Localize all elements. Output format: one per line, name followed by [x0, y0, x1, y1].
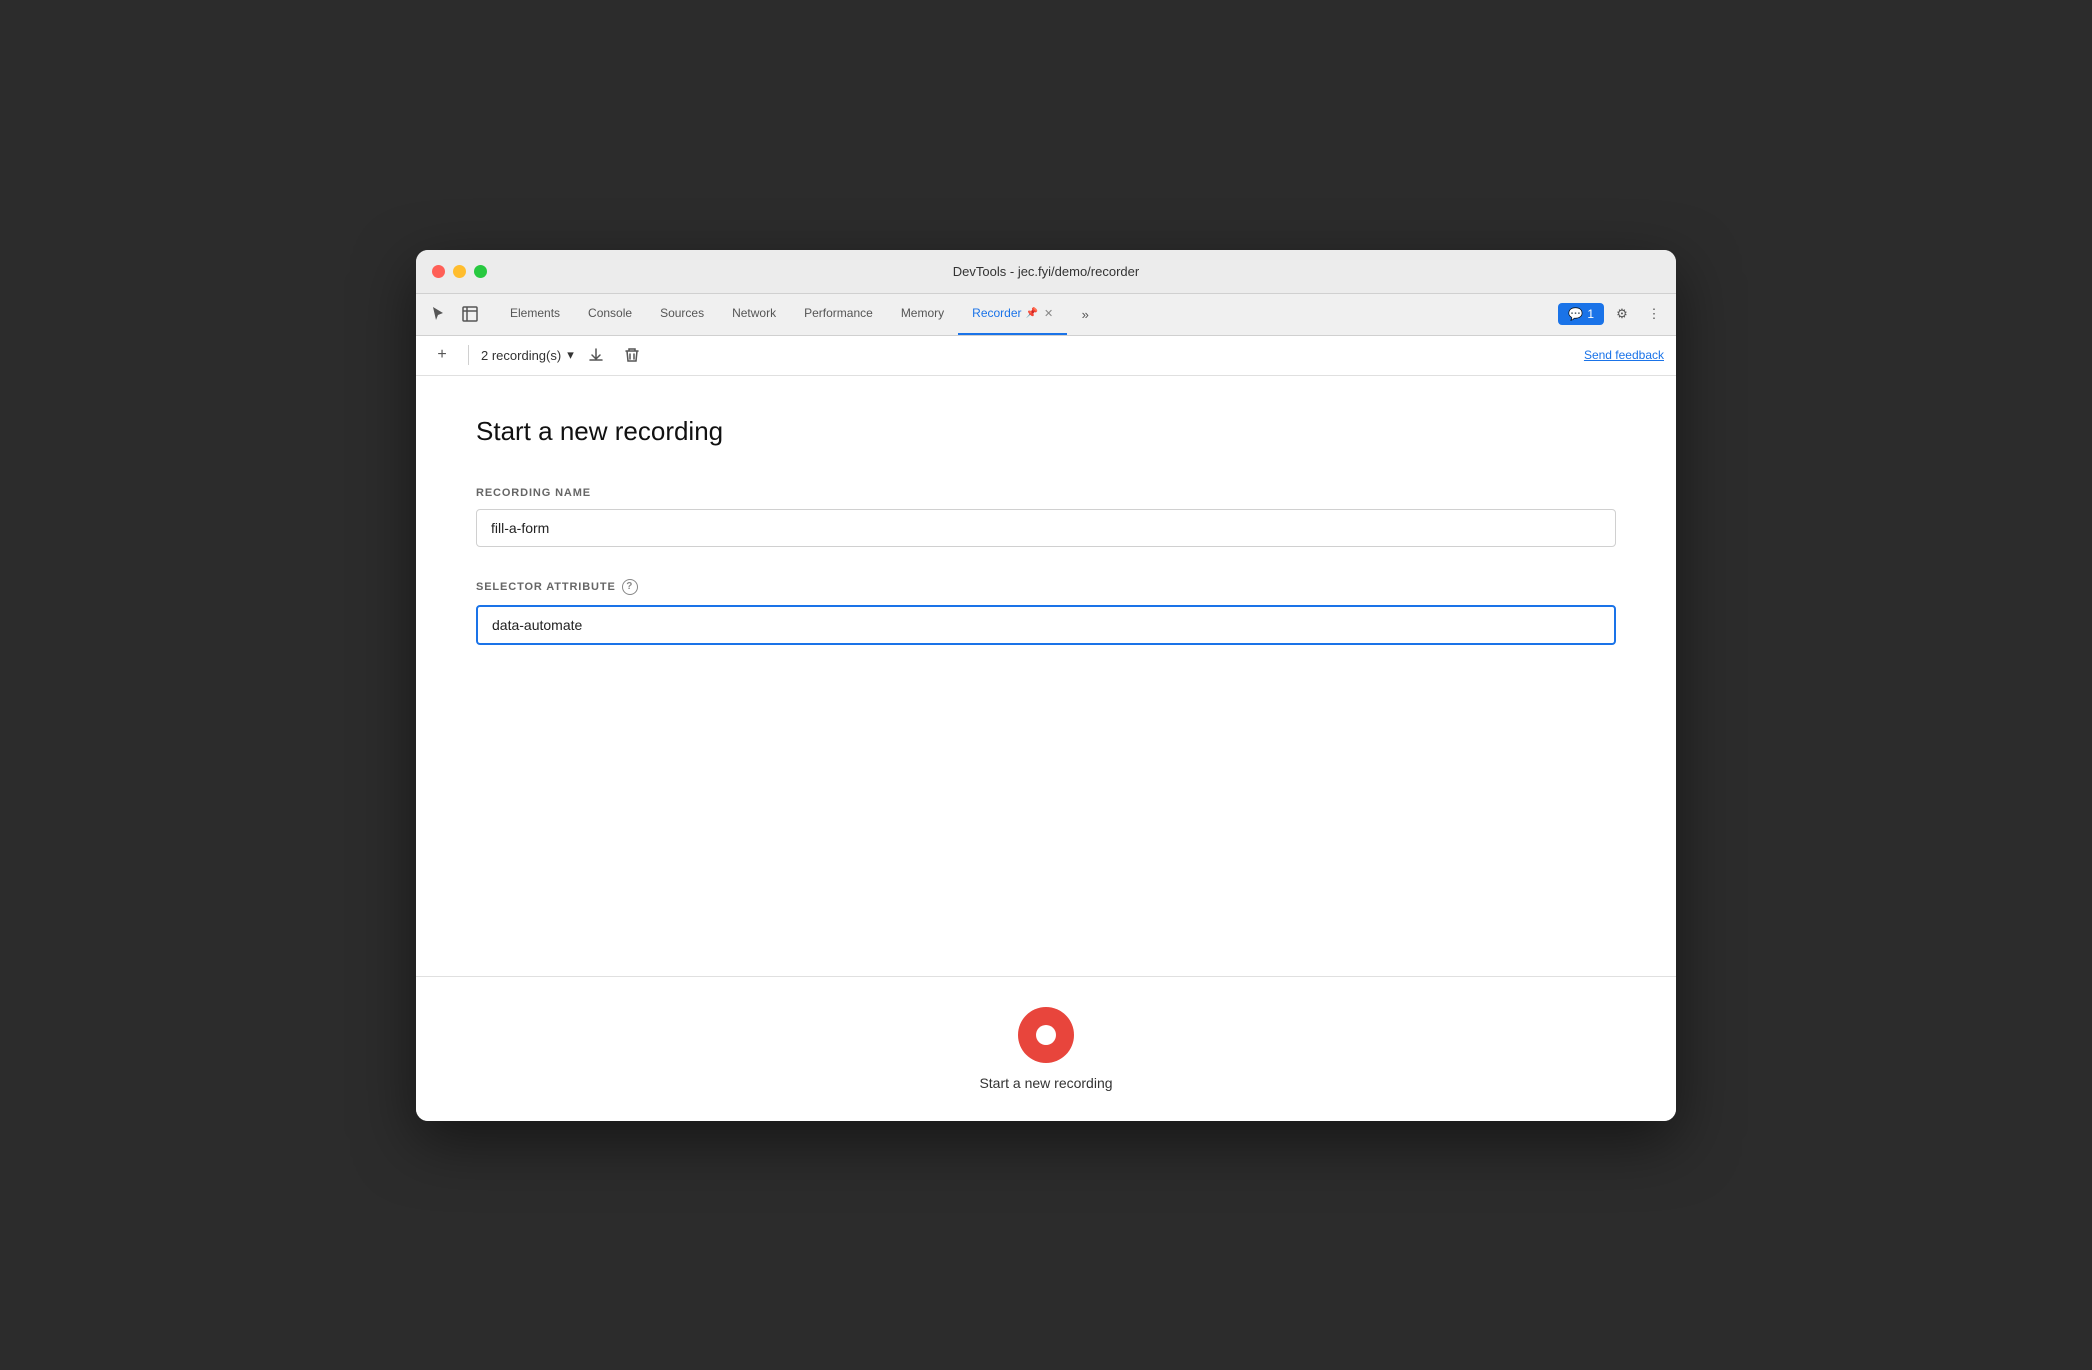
more-menu-button[interactable]: ⋮ [1640, 300, 1668, 328]
traffic-lights [432, 265, 487, 278]
maximize-button[interactable] [474, 265, 487, 278]
toolbar-divider [468, 345, 469, 365]
add-recording-button[interactable]: + [428, 341, 456, 369]
main-content: Start a new recording RECORDING NAME SEL… [416, 376, 1676, 976]
tabs-right-controls: 💬 1 ⚙ ⋮ [1558, 300, 1668, 328]
tab-console[interactable]: Console [574, 293, 646, 335]
start-recording-button[interactable] [1018, 1007, 1074, 1063]
close-button[interactable] [432, 265, 445, 278]
chat-button[interactable]: 💬 1 [1558, 303, 1604, 325]
more-menu-icon: ⋮ [1648, 306, 1661, 322]
bottom-record-section: Start a new recording [416, 976, 1676, 1121]
cursor-icon[interactable] [424, 300, 452, 328]
tab-memory[interactable]: Memory [887, 293, 958, 335]
recording-name-input[interactable] [476, 509, 1616, 547]
tab-performance[interactable]: Performance [790, 293, 887, 335]
tab-elements[interactable]: Elements [496, 293, 574, 335]
more-tabs-button[interactable]: » [1071, 300, 1099, 328]
tab-sources[interactable]: Sources [646, 293, 718, 335]
recordings-dropdown[interactable]: 2 recording(s) ▾ [481, 347, 574, 363]
recorder-toolbar: + 2 recording(s) ▾ Send feedback [416, 336, 1676, 376]
pin-icon: 📌 [1026, 308, 1038, 319]
dropdown-chevron-icon: ▾ [567, 347, 574, 363]
start-recording-label: Start a new recording [979, 1075, 1112, 1091]
selector-attribute-input[interactable] [476, 605, 1616, 645]
send-feedback-link[interactable]: Send feedback [1584, 348, 1664, 362]
help-icon[interactable]: ? [622, 579, 638, 595]
selector-attribute-section: SELECTOR ATTRIBUTE ? [476, 579, 1616, 645]
devtools-window: DevTools - jec.fyi/demo/recorder Element… [416, 250, 1676, 1121]
delete-button[interactable] [618, 341, 646, 369]
recording-name-label: RECORDING NAME [476, 487, 1616, 499]
settings-button[interactable]: ⚙ [1608, 300, 1636, 328]
devtools-tab-bar: Elements Console Sources Network Perform… [416, 294, 1676, 336]
tab-recorder[interactable]: Recorder 📌 ✕ [958, 293, 1067, 335]
recording-name-section: RECORDING NAME [476, 487, 1616, 547]
tab-network[interactable]: Network [718, 293, 790, 335]
download-button[interactable] [582, 341, 610, 369]
gear-icon: ⚙ [1616, 306, 1628, 322]
minimize-button[interactable] [453, 265, 466, 278]
selector-attribute-label: SELECTOR ATTRIBUTE ? [476, 579, 1616, 595]
record-inner-circle [1036, 1025, 1056, 1045]
window-title: DevTools - jec.fyi/demo/recorder [953, 264, 1139, 279]
inspect-icon[interactable] [456, 300, 484, 328]
tabs-list: Elements Console Sources Network Perform… [496, 293, 1558, 335]
page-title: Start a new recording [476, 416, 1616, 447]
tab-icon-group [424, 300, 484, 328]
chat-icon: 💬 [1568, 307, 1583, 321]
tab-close-icon[interactable]: ✕ [1044, 307, 1053, 320]
titlebar: DevTools - jec.fyi/demo/recorder [416, 250, 1676, 294]
